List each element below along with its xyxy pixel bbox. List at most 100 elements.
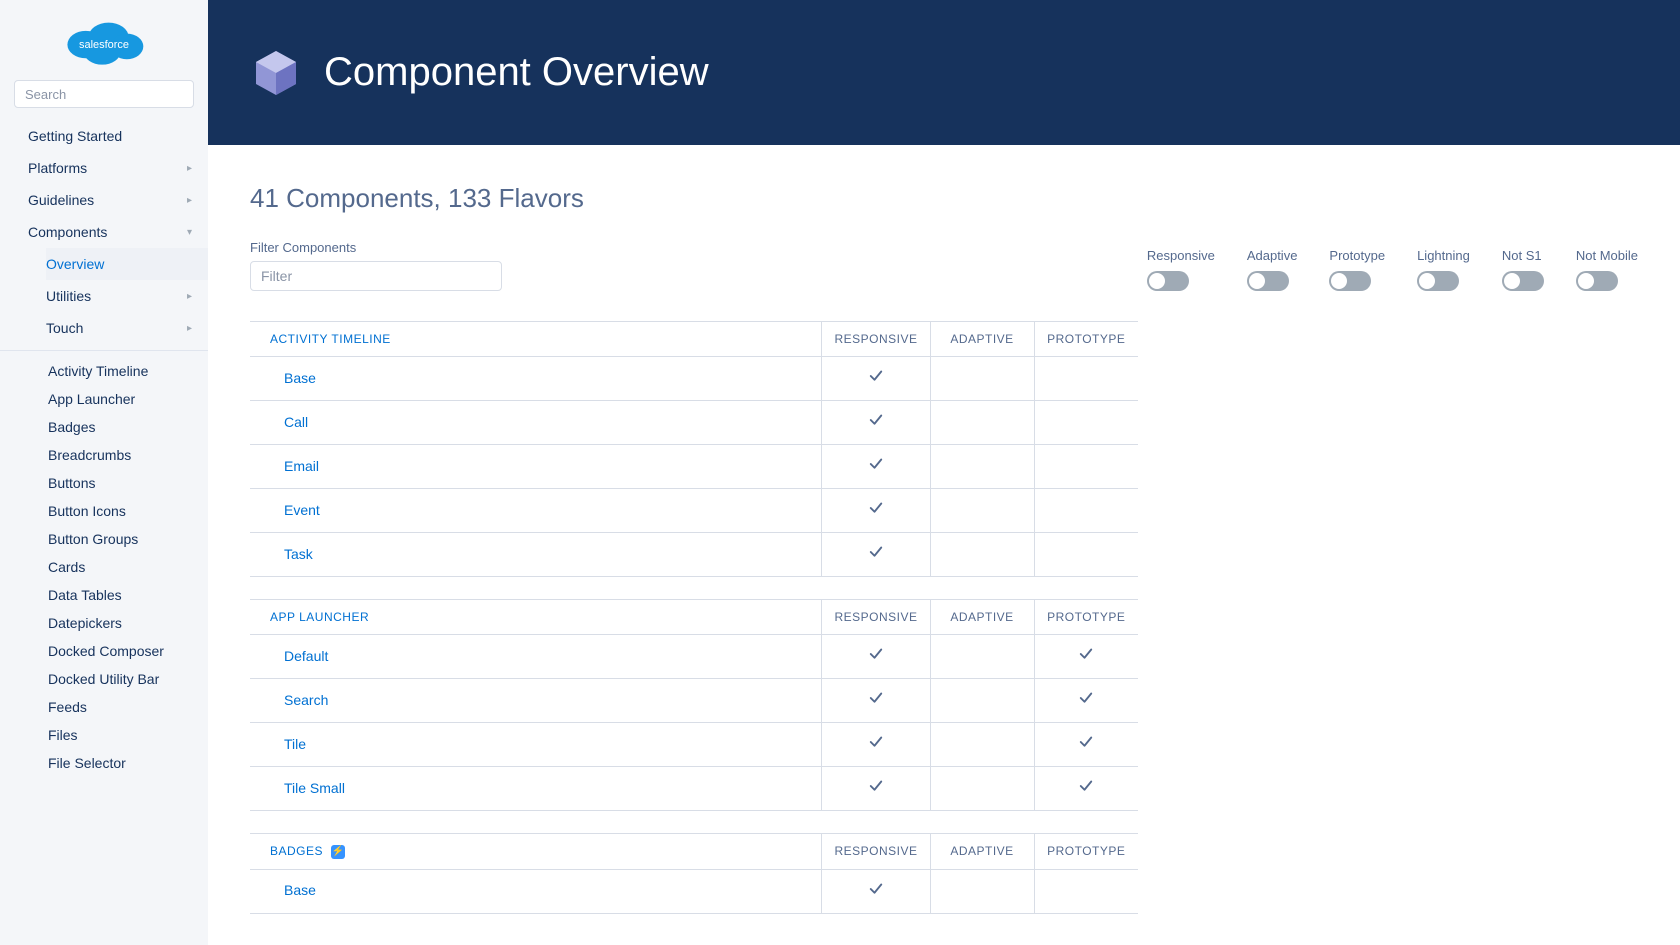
- filters-row: Filter Components Responsive Adaptive Prot…: [250, 240, 1638, 291]
- check-icon: [867, 367, 885, 385]
- flavor-link[interactable]: Tile: [284, 736, 306, 752]
- indicator-adaptive: [930, 869, 1034, 913]
- toggle-lightning[interactable]: [1417, 271, 1459, 291]
- hero: Component Overview: [208, 0, 1680, 145]
- indicator-adaptive: [930, 533, 1034, 577]
- nav-component-data-tables[interactable]: Data Tables: [0, 581, 208, 609]
- toggle-col-responsive: Responsive: [1147, 248, 1215, 291]
- indicator-adaptive: [930, 489, 1034, 533]
- toggle-label: Lightning: [1417, 248, 1470, 263]
- toggle-not-mobile[interactable]: [1576, 271, 1618, 291]
- component-cube-icon: [250, 47, 302, 99]
- nav-item-components[interactable]: Components▾: [0, 216, 208, 248]
- nav-component-docked-composer[interactable]: Docked Composer: [0, 637, 208, 665]
- nav-component-buttons[interactable]: Buttons: [0, 469, 208, 497]
- nav-divider: [0, 350, 208, 351]
- toggle-label: Adaptive: [1247, 248, 1298, 263]
- indicator-prototype: [1034, 635, 1138, 679]
- flavor-link[interactable]: Search: [284, 692, 328, 708]
- nav-item-getting-started[interactable]: Getting Started: [0, 120, 208, 152]
- flavor-name-cell: Search: [250, 679, 822, 723]
- indicator-prototype: [1034, 869, 1138, 913]
- nav-component-datepickers[interactable]: Datepickers: [0, 609, 208, 637]
- flavor-link[interactable]: Base: [284, 882, 316, 898]
- toggle-not-s1[interactable]: [1502, 271, 1544, 291]
- nav-item-guidelines[interactable]: Guidelines▸: [0, 184, 208, 216]
- col-header-adaptive: ADAPTIVE: [930, 322, 1034, 357]
- nav-component-button-icons[interactable]: Button Icons: [0, 497, 208, 525]
- check-icon: [867, 777, 885, 795]
- indicator-adaptive: [930, 445, 1034, 489]
- col-header-prototype: PROTOTYPE: [1034, 834, 1138, 870]
- table-row: Search: [250, 679, 1138, 723]
- col-header-prototype: PROTOTYPE: [1034, 322, 1138, 357]
- chevron-right-icon: ▸: [187, 195, 192, 206]
- check-icon: [867, 455, 885, 473]
- content: 41 Components, 133 Flavors Filter Compon…: [208, 145, 1680, 945]
- nav-component-badges[interactable]: Badges: [0, 413, 208, 441]
- nav-component-docked-utility-bar[interactable]: Docked Utility Bar: [0, 665, 208, 693]
- indicator-prototype: [1034, 679, 1138, 723]
- toggle-col-not-s1: Not S1: [1502, 248, 1544, 291]
- flavor-link[interactable]: Default: [284, 648, 328, 664]
- nav-sub-item-utilities[interactable]: Utilities ▸: [46, 280, 208, 312]
- check-icon: [867, 499, 885, 517]
- nav-component-activity-timeline[interactable]: Activity Timeline: [0, 357, 208, 385]
- flavor-name-cell: Base: [250, 869, 822, 913]
- flavor-link[interactable]: Event: [284, 502, 320, 518]
- nav-sub-item-touch[interactable]: Touch▸: [46, 312, 208, 344]
- table-row: Base: [250, 357, 1138, 401]
- col-header-responsive: RESPONSIVE: [822, 834, 930, 870]
- filter-label: Filter Components: [250, 240, 502, 255]
- toggle-prototype[interactable]: [1329, 271, 1371, 291]
- flavor-link[interactable]: Call: [284, 414, 308, 430]
- group-header-link[interactable]: BADGES⚡: [250, 834, 822, 870]
- nav-item-platforms[interactable]: Platforms▸: [0, 152, 208, 184]
- filter-input[interactable]: [250, 261, 502, 291]
- col-header-responsive: RESPONSIVE: [822, 600, 930, 635]
- flavor-name-cell: Default: [250, 635, 822, 679]
- sidebar: salesforce Getting Started Platforms▸Guid…: [0, 0, 208, 945]
- indicator-responsive: [822, 489, 930, 533]
- nav-component-files[interactable]: Files: [0, 721, 208, 749]
- nav-item-label: Getting Started: [28, 128, 122, 144]
- nav-component-app-launcher[interactable]: App Launcher: [0, 385, 208, 413]
- salesforce-logo: salesforce: [56, 8, 152, 72]
- toggle-col-prototype: Prototype: [1329, 248, 1385, 291]
- table-row: Tile Small: [250, 767, 1138, 811]
- chevron-down-icon: ▾: [187, 227, 192, 238]
- chevron-right-icon: ▸: [187, 291, 192, 302]
- flavor-link[interactable]: Tile Small: [284, 780, 345, 796]
- indicator-adaptive: [930, 723, 1034, 767]
- check-icon: [867, 543, 885, 561]
- indicator-responsive: [822, 357, 930, 401]
- toggle-label: Responsive: [1147, 248, 1215, 263]
- nav-component-button-groups[interactable]: Button Groups: [0, 525, 208, 553]
- component-group-badges: BADGES⚡RESPONSIVEADAPTIVEPROTOTYPEBase: [250, 833, 1138, 914]
- flavor-link[interactable]: Task: [284, 546, 313, 562]
- indicator-responsive: [822, 869, 930, 913]
- flavor-link[interactable]: Email: [284, 458, 319, 474]
- nav-component-file-selector[interactable]: File Selector: [0, 749, 208, 777]
- group-header-link[interactable]: ACTIVITY TIMELINE: [250, 322, 822, 357]
- col-header-adaptive: ADAPTIVE: [930, 600, 1034, 635]
- toggle-adaptive[interactable]: [1247, 271, 1289, 291]
- flavor-name-cell: Base: [250, 357, 822, 401]
- indicator-prototype: [1034, 533, 1138, 577]
- nav-component-cards[interactable]: Cards: [0, 553, 208, 581]
- toggle-label: Not S1: [1502, 248, 1542, 263]
- nav-component-breadcrumbs[interactable]: Breadcrumbs: [0, 441, 208, 469]
- nav-item-label: Utilities: [46, 288, 91, 304]
- nav-sub-item-overview[interactable]: Overview: [46, 248, 208, 280]
- chevron-right-icon: ▸: [187, 323, 192, 334]
- flavor-link[interactable]: Base: [284, 370, 316, 386]
- search-input[interactable]: [14, 80, 194, 108]
- nav-component-feeds[interactable]: Feeds: [0, 693, 208, 721]
- flavor-name-cell: Tile Small: [250, 767, 822, 811]
- group-header-link[interactable]: APP LAUNCHER: [250, 600, 822, 635]
- flavor-name-cell: Event: [250, 489, 822, 533]
- toggle-responsive[interactable]: [1147, 271, 1189, 291]
- table-row: Event: [250, 489, 1138, 533]
- table-row: Default: [250, 635, 1138, 679]
- indicator-responsive: [822, 401, 930, 445]
